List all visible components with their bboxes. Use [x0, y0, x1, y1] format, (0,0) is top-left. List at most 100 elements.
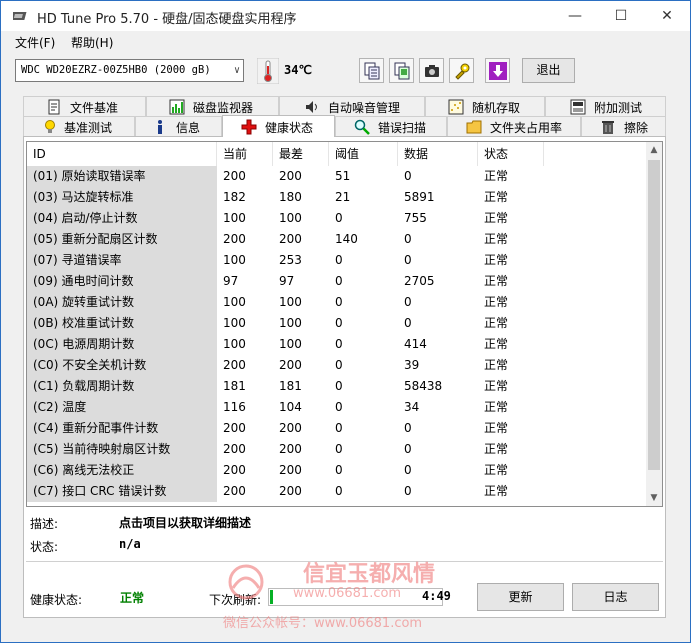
cell-id: (01) 原始读取错误率: [27, 166, 217, 187]
log-button[interactable]: 日志: [572, 583, 659, 611]
tab-info[interactable]: 信息: [135, 116, 222, 136]
cell-status: 正常: [484, 211, 509, 225]
cell-status: 正常: [484, 421, 509, 435]
tab-file-benchmark[interactable]: 文件基准: [23, 96, 146, 116]
cell-worst: 200: [279, 232, 302, 246]
close-button[interactable]: ✕: [644, 1, 690, 31]
tab-folder-usage[interactable]: 文件夹占用率: [447, 116, 581, 136]
table-row[interactable]: (0A) 旋转重试计数 100 100 0 0 正常: [27, 292, 648, 313]
cell-data: 0: [404, 295, 412, 309]
cell-id: (0A) 旋转重试计数: [27, 292, 217, 313]
tab-label: 文件基准: [70, 101, 119, 115]
cell-current: 100: [223, 253, 246, 267]
options-button[interactable]: [449, 58, 474, 83]
minimize-button[interactable]: —: [552, 1, 598, 31]
menu-file[interactable]: 文件(F): [15, 34, 55, 51]
cell-threshold: 0: [335, 253, 343, 267]
maximize-button[interactable]: ☐: [598, 1, 644, 31]
copy-text-button[interactable]: [359, 58, 384, 83]
table-scrollbar[interactable]: ▲ ▼: [646, 142, 662, 506]
cell-id: (C0) 不安全关机计数: [27, 355, 217, 376]
cell-id: (0C) 电源周期计数: [27, 334, 217, 355]
health-status-label: 健康状态:: [30, 593, 83, 607]
status-label: 状态:: [30, 540, 59, 554]
cell-threshold: 0: [335, 358, 343, 372]
benchmark-icon: [45, 120, 55, 133]
table-row[interactable]: (C7) 接口 CRC 错误计数 200 200 0 0 正常: [27, 481, 648, 502]
divider: [26, 561, 663, 562]
drive-select[interactable]: WDC WD20EZRZ-00Z5HB0 (2000 gB) ∨: [15, 59, 244, 82]
tab-disk-monitor[interactable]: 磁盘监视器: [146, 96, 279, 116]
table-row[interactable]: (C4) 重新分配事件计数 200 200 0 0 正常: [27, 418, 648, 439]
title-bar[interactable]: HD Tune Pro 5.70 - 硬盘/固态硬盘实用程序 — ☐ ✕: [1, 1, 690, 31]
cell-worst: 253: [279, 253, 302, 267]
table-row[interactable]: (04) 启动/停止计数 100 100 0 755 正常: [27, 208, 648, 229]
cell-worst: 104: [279, 400, 302, 414]
tab-error-scan[interactable]: 错误扫描: [335, 116, 447, 136]
column-header-threshold[interactable]: 阈值: [329, 142, 398, 166]
cell-worst: 97: [279, 274, 295, 288]
tab-benchmark[interactable]: 基准测试: [23, 116, 135, 136]
speaker-icon: [306, 101, 317, 113]
table-row[interactable]: (01) 原始读取错误率 200 200 51 0 正常: [27, 166, 648, 187]
tab-erase[interactable]: 擦除: [581, 116, 666, 136]
table-row[interactable]: (C2) 温度 116 104 0 34 正常: [27, 397, 648, 418]
tab-health[interactable]: 健康状态: [222, 115, 335, 137]
table-row[interactable]: (C6) 离线无法校正 200 200 0 0 正常: [27, 460, 648, 481]
cell-threshold: 51: [335, 169, 351, 183]
column-header-status[interactable]: 状态: [478, 142, 544, 166]
cell-current: 200: [223, 442, 246, 456]
cell-threshold: 0: [335, 379, 343, 393]
tab-label: 磁盘监视器: [193, 101, 254, 115]
cell-data: 0: [404, 484, 412, 498]
scroll-down-icon[interactable]: ▼: [646, 490, 662, 506]
exit-button[interactable]: 退出: [522, 58, 575, 83]
health-status-value: 正常: [120, 591, 145, 605]
cell-worst: 200: [279, 358, 302, 372]
table-row[interactable]: (0B) 校准重试计数 100 100 0 0 正常: [27, 313, 648, 334]
column-header-id[interactable]: ID: [27, 142, 217, 166]
folder-usage-icon: [466, 120, 482, 134]
scrollbar-thumb[interactable]: [648, 160, 660, 470]
column-header-current[interactable]: 当前: [217, 142, 273, 166]
table-header: ID 当前 最差 阈值 数据 状态: [27, 142, 648, 166]
cell-data: 0: [404, 421, 412, 435]
table-row[interactable]: (0C) 电源周期计数 100 100 0 414 正常: [27, 334, 648, 355]
copy-screen-button[interactable]: [389, 58, 414, 83]
tab-random-access[interactable]: 随机存取: [425, 96, 545, 116]
screenshot-button[interactable]: [419, 58, 444, 83]
cell-current: 181: [223, 379, 246, 393]
tab-row-1: 文件基准 磁盘监视器 自动噪音管理 随机存取 附加测试: [23, 96, 666, 116]
table-row[interactable]: (C5) 当前待映射扇区计数 200 200 0 0 正常: [27, 439, 648, 460]
tab-noise-management[interactable]: 自动噪音管理: [279, 96, 425, 116]
cell-data: 34: [404, 400, 420, 414]
cell-id: (05) 重新分配扇区计数: [27, 229, 217, 250]
table-row[interactable]: (07) 寻道错误率 100 253 0 0 正常: [27, 250, 648, 271]
cell-data: 755: [404, 211, 427, 225]
cell-current: 100: [223, 316, 246, 330]
tab-extra-tests[interactable]: 附加测试: [545, 96, 666, 116]
refresh-button[interactable]: 更新: [477, 583, 564, 611]
table-row[interactable]: (C0) 不安全关机计数 200 200 0 39 正常: [27, 355, 648, 376]
cell-status: 正常: [484, 316, 509, 330]
cell-data: 2705: [404, 274, 435, 288]
scroll-up-icon[interactable]: ▲: [646, 142, 662, 158]
column-header-worst[interactable]: 最差: [273, 142, 329, 166]
cell-threshold: 0: [335, 421, 343, 435]
table-row[interactable]: (09) 通电时间计数 97 97 0 2705 正常: [27, 271, 648, 292]
copy-screen-icon: [394, 62, 410, 80]
cell-status: 正常: [484, 484, 509, 498]
cell-status: 正常: [484, 253, 509, 267]
cell-data: 0: [404, 316, 412, 330]
smart-table[interactable]: ID 当前 最差 阈值 数据 状态 (01) 原始读取错误率 200 200 51 0 正…: [26, 141, 663, 507]
save-button[interactable]: [485, 58, 510, 83]
cell-id: (09) 通电时间计数: [27, 271, 217, 292]
cell-current: 200: [223, 232, 246, 246]
cell-worst: 200: [279, 442, 302, 456]
table-row[interactable]: (03) 马达旋转标准 182 180 21 5891 正常: [27, 187, 648, 208]
table-row[interactable]: (C1) 负载周期计数 181 181 0 58438 正常: [27, 376, 648, 397]
menu-help[interactable]: 帮助(H): [71, 34, 113, 51]
health-panel: ID 当前 最差 阈值 数据 状态 (01) 原始读取错误率 200 200 51 0 正…: [23, 136, 666, 618]
table-row[interactable]: (05) 重新分配扇区计数 200 200 140 0 正常: [27, 229, 648, 250]
column-header-data[interactable]: 数据: [398, 142, 478, 166]
